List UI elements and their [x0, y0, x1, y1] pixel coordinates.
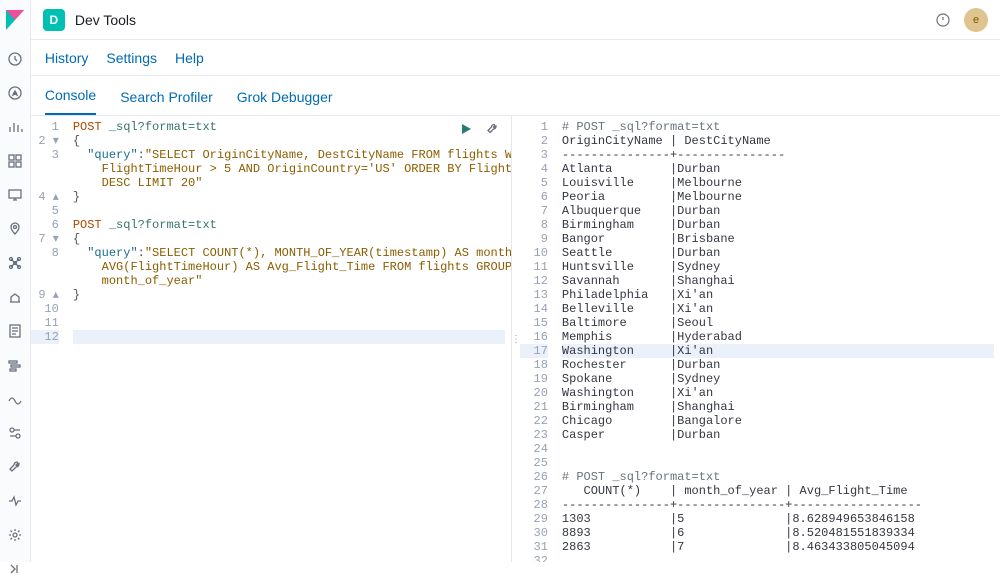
- pane-resizer[interactable]: ⋮: [512, 116, 520, 562]
- breadcrumb: Dev Tools: [75, 12, 136, 28]
- recent-icon[interactable]: [5, 51, 25, 67]
- infra-icon[interactable]: [5, 289, 25, 305]
- menu-help[interactable]: Help: [175, 50, 204, 66]
- devtools-icon[interactable]: [5, 459, 25, 475]
- kibana-logo[interactable]: [3, 8, 27, 32]
- tab-console[interactable]: Console: [45, 77, 96, 115]
- topbar: D Dev Tools e: [31, 0, 1000, 40]
- siem-icon[interactable]: [5, 425, 25, 441]
- app-badge: D: [43, 9, 65, 31]
- discover-icon[interactable]: [5, 85, 25, 101]
- tab-grok-debugger[interactable]: Grok Debugger: [237, 79, 333, 115]
- tabbar: Console Search Profiler Grok Debugger: [31, 76, 1000, 116]
- editor-gutter: 12 ▾34 ▴567 ▾89 ▴101112: [31, 116, 67, 562]
- maps-icon[interactable]: [5, 221, 25, 237]
- uptime-icon[interactable]: [5, 391, 25, 407]
- ml-icon[interactable]: [5, 255, 25, 271]
- logs-icon[interactable]: [5, 323, 25, 339]
- visualize-icon[interactable]: [5, 119, 25, 135]
- output-code[interactable]: # POST _sql?format=txtOriginCityName | D…: [556, 116, 1000, 562]
- request-editor[interactable]: 12 ▾34 ▴567 ▾89 ▴101112 POST _sql?format…: [31, 116, 512, 562]
- editor-code[interactable]: POST _sql?format=txt{ "query":"SELECT Or…: [67, 116, 511, 562]
- output-gutter: 1234567891011121314151617181920212223242…: [520, 116, 556, 562]
- tab-search-profiler[interactable]: Search Profiler: [120, 79, 213, 115]
- menubar: History Settings Help: [31, 40, 1000, 76]
- send-request-icon[interactable]: [459, 122, 475, 138]
- monitoring-icon[interactable]: [5, 493, 25, 509]
- collapse-icon[interactable]: [5, 561, 25, 577]
- menu-history[interactable]: History: [45, 50, 89, 66]
- management-icon[interactable]: [5, 527, 25, 543]
- apm-icon[interactable]: [5, 357, 25, 373]
- dashboard-icon[interactable]: [5, 153, 25, 169]
- nav-rail: [0, 0, 31, 562]
- menu-settings[interactable]: Settings: [106, 50, 157, 66]
- news-icon[interactable]: [932, 9, 954, 31]
- wrench-icon[interactable]: [485, 122, 501, 138]
- response-viewer: 1234567891011121314151617181920212223242…: [520, 116, 1000, 562]
- user-avatar[interactable]: e: [964, 8, 988, 32]
- canvas-icon[interactable]: [5, 187, 25, 203]
